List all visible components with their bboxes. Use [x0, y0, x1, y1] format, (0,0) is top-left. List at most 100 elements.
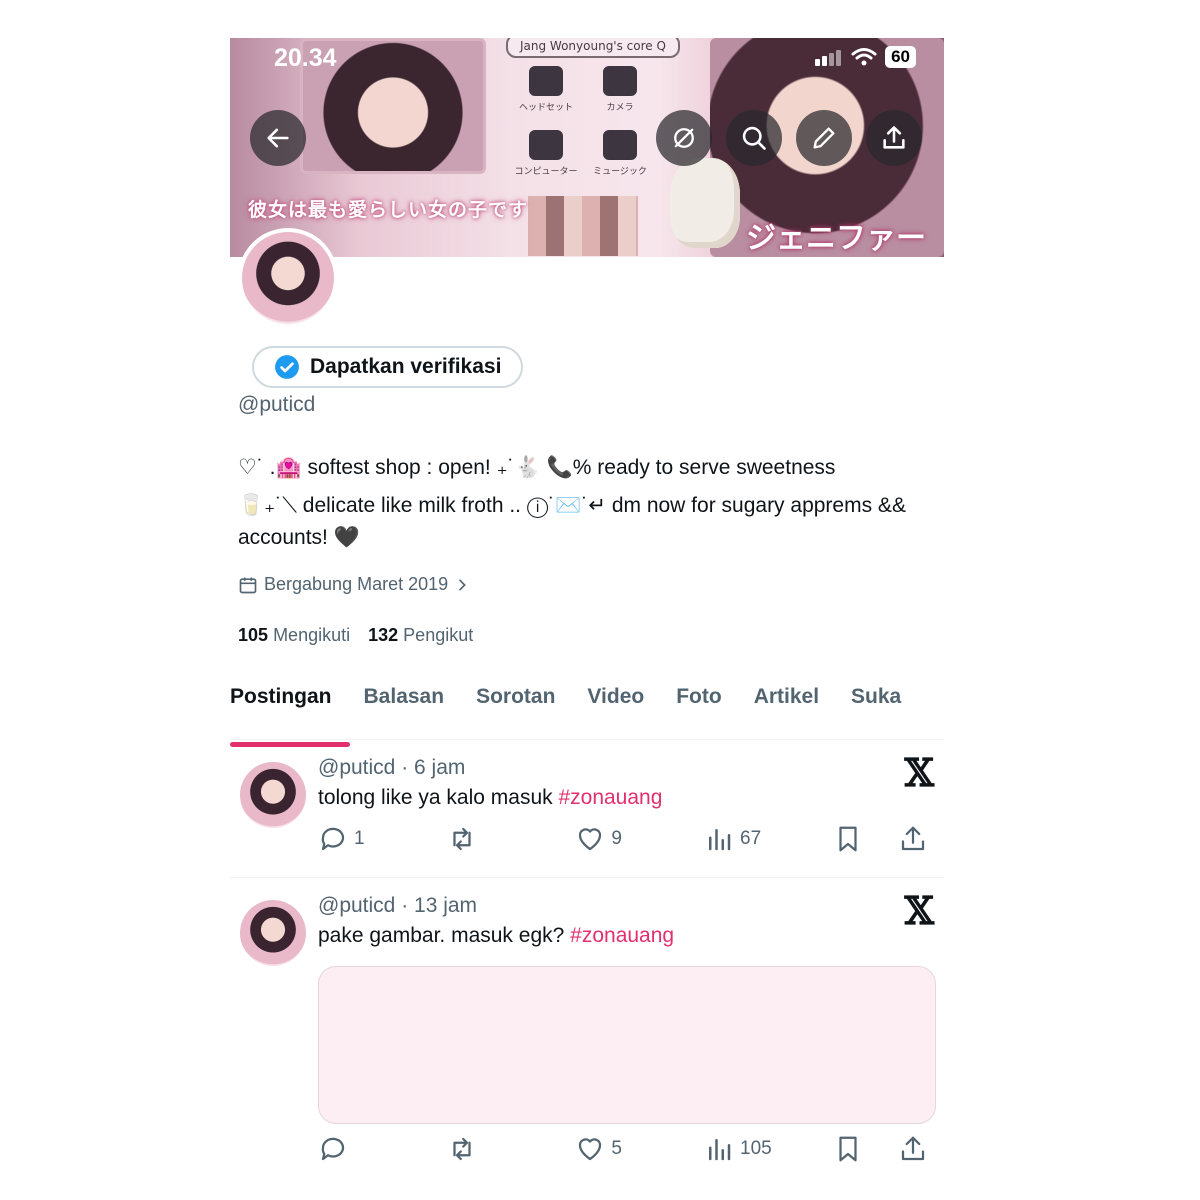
share-profile-button[interactable]: [866, 110, 922, 166]
tab-label: Sorotan: [476, 685, 556, 708]
views-count: 67: [740, 828, 762, 849]
camera-app-icon: カメラ: [582, 66, 658, 113]
tab-foto[interactable]: Foto: [676, 683, 721, 739]
hashtag-link[interactable]: #zonauang: [558, 786, 662, 809]
profile-bio: ♡˙ .🏩 softest shop : open! ₊˙🐇 📞% ready …: [238, 450, 938, 554]
tab-suka[interactable]: Suka: [851, 683, 901, 739]
status-time: 20.34: [274, 44, 337, 72]
following-count: 105: [238, 625, 269, 645]
profile-screen: Jang Wonyoung's core Q ヘッドセット カメラ コンピュータ…: [230, 38, 944, 1188]
hashtag-link[interactable]: #zonauang: [570, 924, 674, 947]
followers-link[interactable]: 132 Pengikut: [368, 625, 473, 646]
post-actions: 1 9 67: [318, 824, 928, 854]
share-icon: [901, 826, 925, 851]
app-label: ヘッドセット: [518, 103, 573, 113]
headset-app-icon: ヘッドセット: [508, 66, 584, 113]
views-icon: [709, 829, 731, 851]
post-avatar[interactable]: [238, 898, 308, 968]
post-avatar[interactable]: [238, 760, 308, 830]
like-icon: [579, 828, 602, 851]
like-icon: [579, 1138, 602, 1161]
calendar-icon: [239, 577, 257, 593]
share-button[interactable]: [898, 824, 928, 854]
music-app-icon: ミュージック: [582, 130, 658, 177]
bio-line: ♡˙ .🏩 softest shop : open! ₊˙🐇 📞% ready …: [238, 456, 836, 479]
app-label: ミュージック: [593, 167, 647, 177]
post[interactable]: @puticd · 6 jam 𝕏 tolong like ya kalo ma…: [230, 740, 944, 878]
post-text: pake gambar. masuk egk? #zonauang: [318, 924, 674, 948]
chevron-right-icon: [459, 579, 466, 590]
back-arrow-icon: [267, 128, 289, 148]
follow-stats: 105 Mengikuti 132 Pengikut: [238, 625, 473, 646]
profile-avatar[interactable]: [238, 228, 338, 328]
get-verified-button[interactable]: Dapatkan verifikasi: [252, 346, 524, 388]
post-image[interactable]: [318, 966, 936, 1124]
banner-caption-right: ジェニファー: [746, 221, 926, 256]
sync-button[interactable]: [656, 110, 712, 166]
like-button[interactable]: 9: [575, 824, 704, 854]
followers-label: Pengikut: [403, 625, 474, 645]
post-meta: @puticd · 6 jam: [318, 756, 466, 779]
post-text: tolong like ya kalo masuk #zonauang: [318, 786, 662, 810]
get-verified-label: Dapatkan verifikasi: [310, 355, 502, 378]
bookmark-icon: [839, 826, 857, 852]
like-count: 9: [611, 828, 622, 849]
profile-tabs: Postingan Balasan Sorotan Video Foto Art…: [230, 683, 944, 747]
computer-app-icon: コンピューター: [508, 130, 584, 177]
post-meta: @puticd · 13 jam: [318, 894, 478, 917]
bio-line: 🥛₊˙⟍ delicate like milk froth .. ⓘ˙✉️˙↵ …: [238, 494, 906, 549]
like-button[interactable]: 5: [575, 1134, 704, 1164]
following-link[interactable]: 105 Mengikuti: [238, 625, 350, 646]
share-icon: [901, 1136, 925, 1161]
tab-artikel[interactable]: Artikel: [754, 683, 819, 739]
profile-handle: @puticd: [238, 393, 316, 416]
post-body: tolong like ya kalo masuk: [318, 786, 559, 809]
post[interactable]: @puticd · 13 jam 𝕏 pake gambar. masuk eg…: [230, 878, 944, 1188]
views-icon: [709, 1139, 731, 1161]
tab-label: Suka: [851, 685, 902, 708]
tab-label: Video: [587, 685, 645, 708]
verified-badge-icon: [275, 355, 299, 379]
banner-pixelated-strip: [528, 196, 638, 256]
bookmark-button[interactable]: [833, 1134, 898, 1164]
views-button[interactable]: 105: [704, 1134, 833, 1164]
like-count: 5: [611, 1138, 622, 1159]
views-button[interactable]: 67: [704, 824, 833, 854]
tab-label: Postingan: [230, 685, 332, 708]
search-icon: [742, 126, 766, 150]
joined-label: Bergabung Maret 2019: [264, 574, 449, 594]
reply-icon: [321, 827, 345, 851]
search-button[interactable]: [726, 110, 782, 166]
repost-icon: [453, 827, 471, 851]
reply-button[interactable]: 1: [318, 824, 447, 854]
banner-search-pill: Jang Wonyoung's core Q: [506, 38, 680, 58]
repost-button[interactable]: [447, 1134, 576, 1164]
app-label: カメラ: [606, 103, 634, 113]
status-icons: 60: [815, 46, 916, 68]
wifi-icon: [851, 48, 877, 66]
share-button[interactable]: [898, 1134, 928, 1164]
x-logo-icon: 𝕏: [904, 750, 934, 795]
battery-indicator: 60: [885, 46, 916, 68]
tab-balasan[interactable]: Balasan: [364, 683, 445, 739]
app-label: コンピューター: [514, 167, 578, 177]
bookmark-icon: [839, 1136, 857, 1162]
tab-video[interactable]: Video: [587, 683, 644, 739]
share-icon: [883, 126, 905, 149]
followers-count: 132: [368, 625, 399, 645]
profile-banner[interactable]: Jang Wonyoung's core Q ヘッドセット カメラ コンピュータ…: [230, 38, 944, 257]
reply-button[interactable]: [318, 1134, 447, 1164]
signal-icon: [815, 48, 843, 66]
banner-caption-left: 彼女は最も愛らしい女の子です: [248, 199, 529, 221]
tab-sorotan[interactable]: Sorotan: [476, 683, 555, 739]
back-button[interactable]: [250, 110, 306, 166]
tab-label: Foto: [676, 685, 722, 708]
edit-button[interactable]: [796, 110, 852, 166]
joined-date[interactable]: Bergabung Maret 2019: [238, 574, 470, 595]
bookmark-button[interactable]: [833, 824, 898, 854]
repost-button[interactable]: [447, 824, 576, 854]
tab-postingan[interactable]: Postingan: [230, 683, 350, 747]
reply-icon: [321, 1137, 345, 1161]
tab-label: Artikel: [753, 685, 820, 708]
edit-icon: [813, 127, 835, 149]
